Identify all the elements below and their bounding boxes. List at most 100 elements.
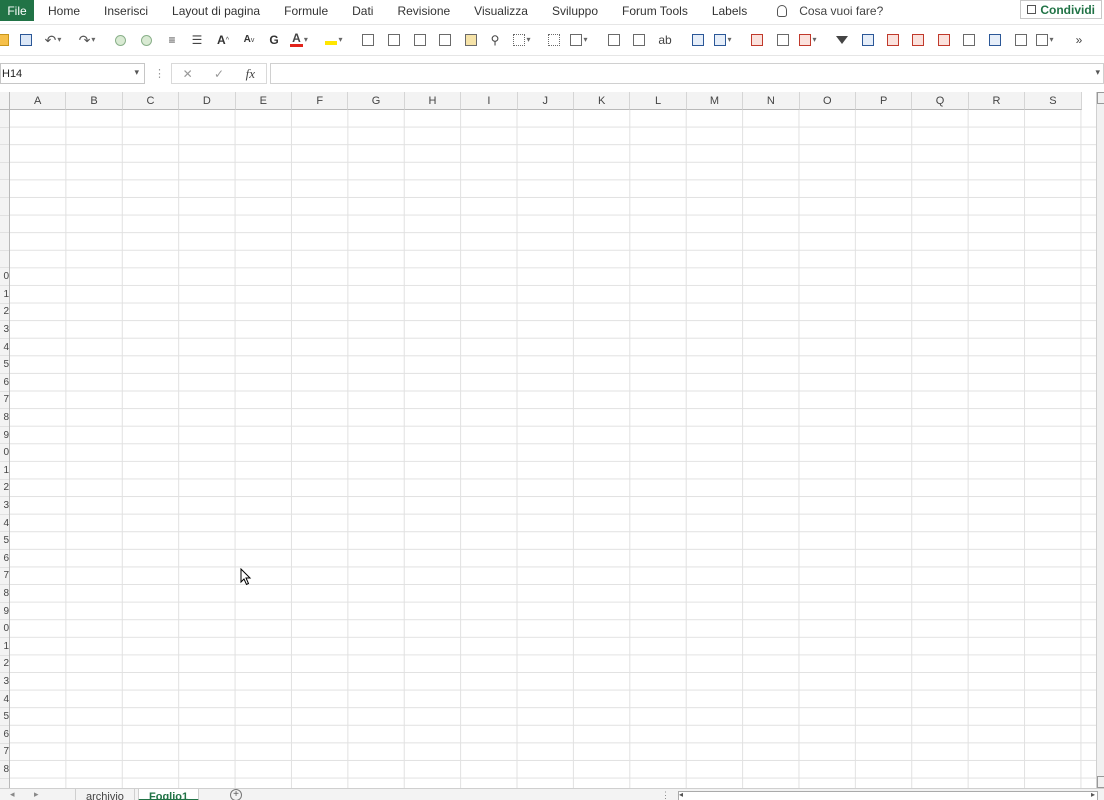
share-button[interactable]: Condividi bbox=[1020, 0, 1102, 19]
tab-home[interactable]: Home bbox=[34, 4, 92, 18]
sheet-tab-foglio1[interactable]: Foglio1 bbox=[138, 789, 200, 800]
row-header[interactable]: 1 bbox=[0, 462, 9, 480]
row-header[interactable]: 1 bbox=[0, 638, 9, 656]
tell-me-box[interactable]: Cosa vuoi fare? bbox=[777, 4, 883, 18]
paste-special-icon[interactable] bbox=[436, 31, 454, 49]
bold-icon[interactable]: G bbox=[265, 31, 283, 49]
column-header[interactable]: Q bbox=[912, 92, 969, 110]
row-header[interactable]: 0 bbox=[0, 268, 9, 286]
add-sheet-icon[interactable]: + bbox=[230, 789, 242, 800]
cancel-icon[interactable]: ✕ bbox=[172, 67, 203, 81]
select-all-corner[interactable] bbox=[0, 92, 10, 110]
calendar-icon[interactable] bbox=[935, 31, 953, 49]
row-header[interactable]: 7 bbox=[0, 744, 9, 762]
row-header[interactable]: 7 bbox=[0, 392, 9, 410]
row-header[interactable]: 9 bbox=[0, 603, 9, 621]
circle-icon[interactable] bbox=[111, 31, 129, 49]
row-header[interactable]: 2 bbox=[0, 480, 9, 498]
column-header[interactable]: P bbox=[856, 92, 913, 110]
row-header[interactable]: 1 bbox=[0, 286, 9, 304]
column-header[interactable]: H bbox=[404, 92, 462, 110]
row-header[interactable]: 4 bbox=[0, 515, 9, 533]
insert-icon[interactable] bbox=[689, 31, 707, 49]
more-icon[interactable] bbox=[1036, 31, 1054, 49]
check-icon[interactable] bbox=[748, 31, 766, 49]
column-header[interactable]: N bbox=[743, 92, 800, 110]
row-header[interactable]: 5 bbox=[0, 708, 9, 726]
open-icon[interactable] bbox=[0, 31, 12, 49]
sheet-tab-archivio[interactable]: archivio bbox=[75, 789, 135, 800]
find-replace-icon[interactable] bbox=[960, 31, 978, 49]
column-header[interactable]: G bbox=[348, 92, 405, 110]
row-header[interactable]: 8 bbox=[0, 585, 9, 603]
enter-icon[interactable]: ✓ bbox=[203, 67, 234, 81]
column-header[interactable]: B bbox=[66, 92, 123, 110]
number-format-icon[interactable] bbox=[411, 31, 429, 49]
align-center-icon[interactable]: ≡ bbox=[163, 31, 181, 49]
save-icon[interactable] bbox=[17, 31, 35, 49]
column-header[interactable]: J bbox=[517, 92, 574, 110]
formula-input[interactable]: ▾ bbox=[270, 63, 1104, 84]
row-header[interactable]: 2 bbox=[0, 304, 9, 322]
tab-forum-tools[interactable]: Forum Tools bbox=[610, 4, 700, 18]
insert-function-icon[interactable]: fx bbox=[235, 66, 266, 82]
clear-format-icon[interactable] bbox=[385, 31, 403, 49]
chevron-down-icon[interactable]: ▾ bbox=[134, 67, 139, 78]
shapes-icon[interactable] bbox=[714, 31, 732, 49]
row-header[interactable]: 3 bbox=[0, 321, 9, 339]
horizontal-scrollbar[interactable]: ◂ ▸ bbox=[678, 790, 1098, 800]
tab-file[interactable]: File bbox=[0, 0, 34, 21]
row-header[interactable]: 5 bbox=[0, 356, 9, 374]
wrap-icon[interactable]: ab bbox=[656, 31, 674, 49]
row-header[interactable] bbox=[0, 145, 9, 163]
column-header[interactable]: C bbox=[122, 92, 180, 110]
splitter-icon[interactable]: ⋮ bbox=[154, 67, 165, 80]
fill-color-icon[interactable] bbox=[325, 31, 343, 49]
undo-icon[interactable]: ↶ bbox=[44, 31, 62, 49]
column-header[interactable]: M bbox=[686, 92, 744, 110]
row-header[interactable]: 6 bbox=[0, 374, 9, 392]
row-header[interactable]: 3 bbox=[0, 497, 9, 515]
chart-icon[interactable] bbox=[909, 31, 927, 49]
row-header[interactable]: 6 bbox=[0, 550, 9, 568]
column-header[interactable]: L bbox=[630, 92, 687, 110]
expand-icon[interactable]: ▾ bbox=[1095, 67, 1100, 78]
row-header[interactable]: 0 bbox=[0, 444, 9, 462]
filter-icon[interactable] bbox=[833, 31, 851, 49]
row-header[interactable]: 7 bbox=[0, 568, 9, 586]
tab-sviluppo[interactable]: Sviluppo bbox=[540, 4, 610, 18]
row-header[interactable]: 3 bbox=[0, 673, 9, 691]
row-header[interactable]: 8 bbox=[0, 409, 9, 427]
circle-icon[interactable] bbox=[137, 31, 155, 49]
row-header[interactable] bbox=[0, 180, 9, 198]
row-header[interactable] bbox=[0, 128, 9, 146]
font-grow-icon[interactable]: A ^ bbox=[214, 31, 232, 49]
row-header[interactable]: 2 bbox=[0, 656, 9, 674]
redo-icon[interactable]: ↷ bbox=[78, 31, 96, 49]
scroll-down-icon[interactable] bbox=[1097, 776, 1104, 788]
row-header[interactable]: 4 bbox=[0, 691, 9, 709]
column-header[interactable]: E bbox=[235, 92, 292, 110]
tab-labels[interactable]: Labels bbox=[700, 4, 759, 18]
name-box[interactable]: H14 ▾ bbox=[0, 63, 145, 84]
row-header[interactable]: 4 bbox=[0, 339, 9, 357]
row-header[interactable] bbox=[0, 198, 9, 216]
row-header[interactable] bbox=[0, 233, 9, 251]
column-header[interactable]: I bbox=[461, 92, 518, 110]
justify-icon[interactable]: ☰ bbox=[188, 31, 206, 49]
overflow-icon[interactable]: » bbox=[1070, 31, 1088, 49]
sort-icon[interactable] bbox=[859, 31, 877, 49]
scroll-up-icon[interactable] bbox=[1097, 92, 1104, 104]
row-header[interactable]: 6 bbox=[0, 726, 9, 744]
column-header[interactable]: S bbox=[1025, 92, 1082, 110]
conditional-icon[interactable] bbox=[799, 31, 817, 49]
grid-icon[interactable] bbox=[605, 31, 623, 49]
vertical-scrollbar[interactable] bbox=[1096, 92, 1104, 788]
column-header[interactable]: R bbox=[968, 92, 1026, 110]
next-sheet-icon[interactable]: ▸ bbox=[34, 789, 39, 800]
tab-formule[interactable]: Formule bbox=[272, 4, 340, 18]
row-header[interactable]: 0 bbox=[0, 620, 9, 638]
form-icon[interactable] bbox=[986, 31, 1004, 49]
scroll-left-icon[interactable]: ◂ bbox=[679, 790, 683, 799]
scroll-right-icon[interactable]: ▸ bbox=[1091, 790, 1095, 799]
